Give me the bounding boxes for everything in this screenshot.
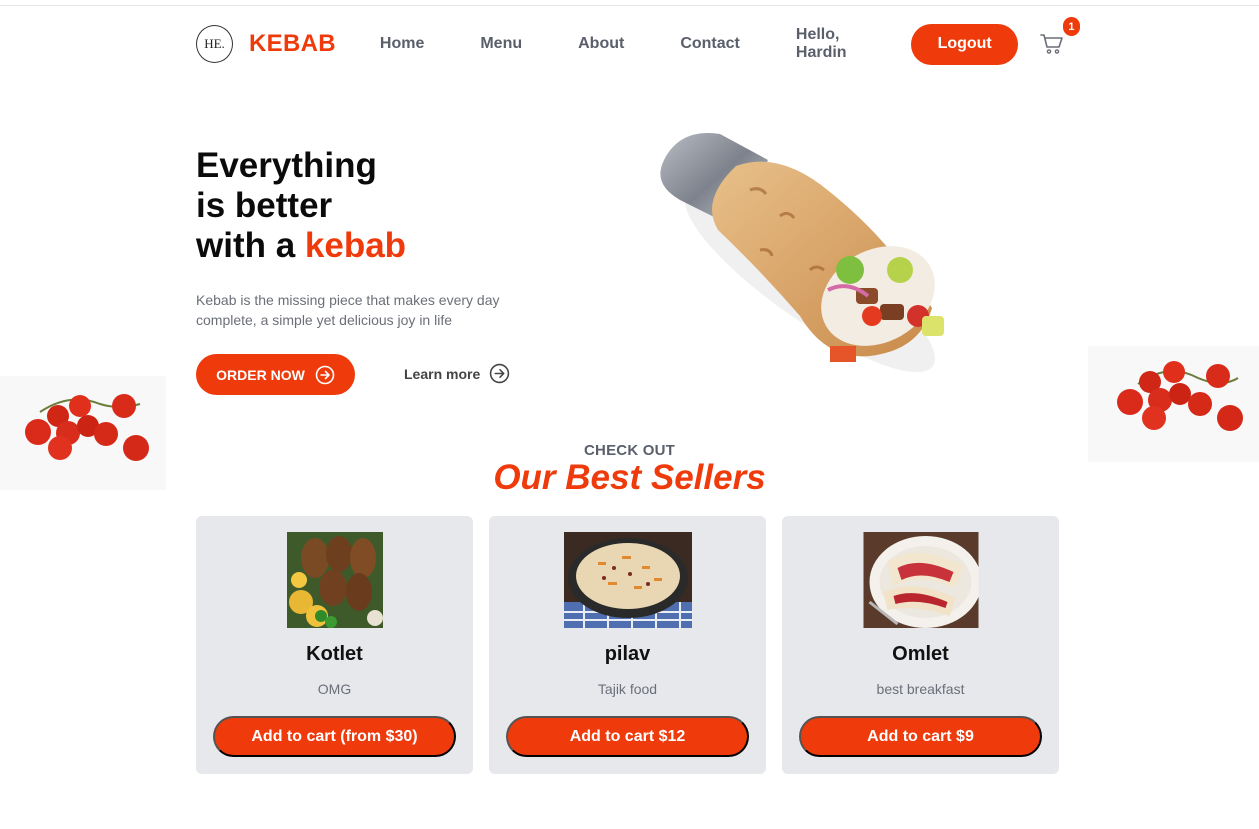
logout-button[interactable]: Logout bbox=[911, 23, 1019, 65]
kebab-wrap-image bbox=[660, 133, 944, 373]
add-to-cart-button[interactable]: Add to cart $12 bbox=[506, 716, 749, 757]
product-description: OMG bbox=[317, 681, 352, 697]
top-divider bbox=[0, 5, 1259, 6]
nav-menu-link[interactable]: Menu bbox=[480, 35, 522, 53]
product-card: Kotlet OMG Add to cart (from $30) bbox=[196, 516, 473, 774]
cart-count-badge: 1 bbox=[1062, 17, 1080, 36]
logo[interactable]: HE. bbox=[196, 25, 234, 63]
product-cards: Kotlet OMG Add to cart (from $30) pilav … bbox=[196, 516, 1060, 774]
section-title: Our Best Sellers bbox=[493, 458, 766, 497]
nav-home-link[interactable]: Home bbox=[380, 35, 424, 53]
product-card: Omlet best breakfast Add to cart $9 bbox=[782, 516, 1059, 774]
order-now-button[interactable]: ORDER NOW bbox=[196, 354, 355, 395]
pilav-image bbox=[563, 532, 692, 628]
nav-about-link[interactable]: About bbox=[578, 35, 624, 53]
kotlet-image bbox=[286, 532, 383, 628]
hero-title-line-2: is better bbox=[196, 186, 333, 225]
main-nav: Home Menu About Contact Hello, Hardin Lo… bbox=[380, 17, 1080, 65]
hero-title-line-3-prefix: with a bbox=[196, 226, 305, 265]
cart-icon bbox=[1040, 34, 1063, 54]
product-card: pilav Tajik food Add to cart $12 bbox=[489, 516, 766, 774]
product-name: pilav bbox=[604, 643, 651, 665]
arrow-circle-right-icon bbox=[315, 365, 335, 384]
site-header: HE. KEBAB Home Menu About Contact Hello,… bbox=[196, 17, 1080, 66]
arrow-circle-right-icon bbox=[490, 363, 510, 384]
product-description: best breakfast bbox=[876, 681, 965, 697]
nav-contact-link[interactable]: Contact bbox=[680, 35, 740, 53]
order-now-label: ORDER NOW bbox=[216, 366, 305, 383]
product-name: Kotlet bbox=[306, 643, 363, 665]
hero-title: Everything is better with a kebab bbox=[196, 146, 406, 266]
add-to-cart-button[interactable]: Add to cart $9 bbox=[799, 716, 1042, 757]
user-greeting: Hello, Hardin bbox=[795, 26, 847, 61]
learn-more-label: Learn more bbox=[404, 365, 481, 382]
hero-title-accent: kebab bbox=[304, 226, 407, 265]
cart-button[interactable]: 1 bbox=[1038, 17, 1080, 59]
add-to-cart-button[interactable]: Add to cart (from $30) bbox=[213, 716, 456, 757]
logo-text: HE. bbox=[204, 36, 225, 51]
product-description: Tajik food bbox=[597, 681, 658, 697]
learn-more-link[interactable]: Learn more bbox=[404, 363, 510, 384]
brand-name[interactable]: KEBAB bbox=[249, 30, 336, 58]
omlet-image bbox=[863, 532, 978, 628]
hero-title-line-1: Everything bbox=[196, 146, 377, 185]
hero-description: Kebab is the missing piece that makes ev… bbox=[196, 292, 500, 328]
product-name: Omlet bbox=[892, 643, 949, 665]
section-eyebrow: CHECK OUT bbox=[584, 442, 675, 459]
